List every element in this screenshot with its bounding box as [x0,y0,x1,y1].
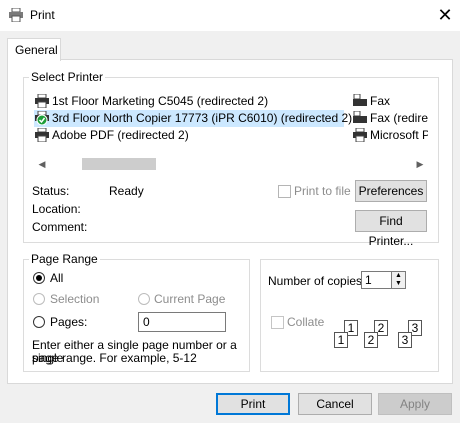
default-printer-icon [35,111,49,125]
title-bar: Print ✕ [0,0,460,31]
printer-icon [35,128,49,142]
printer-label: Fax (redirec [370,111,428,125]
copies-spinner[interactable]: ▲ ▼ [392,271,406,289]
find-printer-button[interactable]: Find Printer... [355,210,427,248]
location-label: Location: [32,202,81,216]
printer-item[interactable]: Fax (redirec [352,110,428,127]
printer-icon [353,128,367,142]
printer-label: Adobe PDF (redirected 2) [52,128,189,142]
all-label: All [50,271,64,285]
status-value: Ready [109,184,144,198]
printer-icon [9,8,23,22]
status-label: Status: [32,184,70,198]
printer-label: Fax [370,94,391,108]
selection-label: Selection [50,292,100,306]
printer-icon [35,94,49,108]
collate-page: 3 [398,332,412,348]
pages-input[interactable] [138,312,226,332]
pages-radio[interactable] [33,316,45,328]
close-button[interactable]: ✕ [432,3,458,27]
spin-up-icon[interactable]: ▲ [392,272,405,280]
printer-item[interactable]: Fax [352,93,390,110]
comment-label: Comment: [32,220,88,234]
copies-input[interactable] [361,271,392,289]
window-title: Print [30,8,55,22]
printer-label: 3rd Floor North Copier 17773 (iPR C6010)… [52,111,353,125]
tab-general-label: General [15,43,58,57]
apply-button[interactable]: Apply [378,393,452,415]
all-radio[interactable] [33,272,45,284]
scroll-thumb[interactable] [82,158,156,170]
fax-icon [353,94,367,106]
fax-icon [353,111,367,123]
print-button[interactable]: Print [216,393,290,415]
print-to-file-checkbox[interactable] [278,185,291,198]
select-printer-legend: Select Printer [29,70,106,84]
printer-item[interactable]: Adobe PDF (redirected 2) [34,127,189,144]
print-to-file-label: Print to file [294,184,351,198]
tab-general[interactable]: General [7,38,61,61]
scroll-left-icon[interactable]: ◀ [34,155,50,173]
number-of-copies-label: Number of copies: [268,274,366,288]
selection-radio[interactable] [33,293,45,305]
current-page-label: Current Page [154,292,226,306]
collate-page: 2 [364,332,378,348]
collate-checkbox[interactable] [271,316,284,329]
collate-pages-icon: 1 1 2 2 3 3 [330,318,430,352]
page-range-help-line2: page range. For example, 5-12 [32,351,197,365]
spin-down-icon[interactable]: ▼ [392,280,405,288]
scroll-right-icon[interactable]: ▶ [412,155,428,173]
cancel-button[interactable]: Cancel [298,393,372,415]
collate-label: Collate [287,315,325,329]
current-page-radio[interactable] [138,293,150,305]
collate-page: 1 [334,332,348,348]
page-range-legend: Page Range [29,252,100,266]
printer-label: 1st Floor Marketing C5045 (redirected 2) [52,94,269,108]
preferences-button[interactable]: Preferences [355,180,427,202]
printer-list-scrollbar[interactable]: ◀ ▶ [34,155,428,173]
printer-item-selected[interactable]: 3rd Floor North Copier 17773 (iPR C6010)… [34,110,352,127]
printer-label: Microsoft P [370,128,428,142]
pages-label: Pages: [50,315,88,329]
printer-item[interactable]: 1st Floor Marketing C5045 (redirected 2) [34,93,268,110]
printer-item[interactable]: Microsoft P [352,127,428,144]
